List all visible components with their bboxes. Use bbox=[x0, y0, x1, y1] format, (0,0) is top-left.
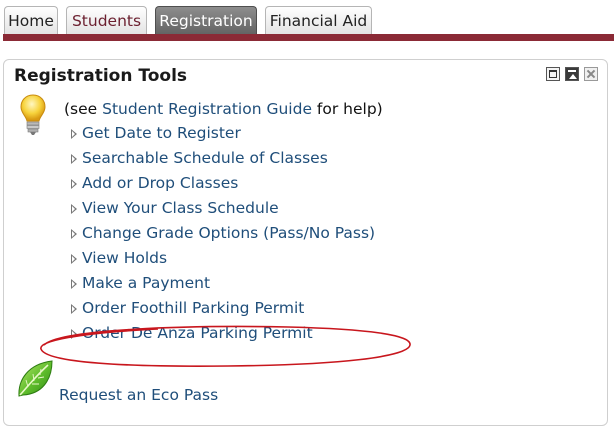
menu-item-grade-options[interactable]: Change Grade Options (Pass/No Pass) bbox=[67, 221, 375, 246]
menu-item-view-schedule[interactable]: View Your Class Schedule bbox=[67, 196, 375, 221]
arrow-bullet-icon bbox=[71, 229, 77, 239]
tab-home[interactable]: Home bbox=[4, 6, 58, 34]
menu-item-foothill-parking[interactable]: Order Foothill Parking Permit bbox=[67, 296, 375, 321]
menu-item-label: Add or Drop Classes bbox=[82, 174, 239, 192]
menu-item-schedule-of-classes[interactable]: Searchable Schedule of Classes bbox=[67, 146, 375, 171]
help-text: (see Student Registration Guide for help… bbox=[64, 100, 383, 118]
arrow-bullet-icon bbox=[71, 279, 77, 289]
minimize-icon[interactable] bbox=[565, 67, 579, 81]
menu-item-label: View Your Class Schedule bbox=[82, 199, 279, 217]
arrow-bullet-icon bbox=[71, 304, 77, 314]
student-registration-guide-link[interactable]: Student Registration Guide bbox=[102, 100, 312, 118]
menu-item-label: Change Grade Options (Pass/No Pass) bbox=[82, 224, 376, 242]
tab-underline-bar bbox=[3, 34, 614, 41]
registration-menu: Get Date to Register Searchable Schedule… bbox=[67, 121, 375, 346]
menu-item-de-anza-parking[interactable]: Order De Anza Parking Permit bbox=[67, 321, 375, 346]
menu-item-get-date[interactable]: Get Date to Register bbox=[67, 121, 375, 146]
tab-financial-aid[interactable]: Financial Aid bbox=[265, 6, 372, 34]
arrow-bullet-icon bbox=[71, 129, 77, 139]
menu-item-label: Searchable Schedule of Classes bbox=[82, 149, 328, 167]
leaf-icon bbox=[18, 360, 53, 397]
request-eco-pass-link[interactable]: Request an Eco Pass bbox=[59, 386, 218, 404]
arrow-bullet-icon bbox=[71, 179, 77, 189]
menu-item-label: View Holds bbox=[82, 249, 168, 267]
lightbulb-icon bbox=[20, 94, 46, 135]
arrow-bullet-icon bbox=[71, 254, 77, 264]
tab-strip: Home Students Registration Financial Aid bbox=[0, 0, 614, 42]
arrow-bullet-icon bbox=[71, 204, 77, 214]
menu-item-label: Order Foothill Parking Permit bbox=[82, 299, 305, 317]
menu-item-label: Make a Payment bbox=[82, 274, 211, 292]
maximize-icon[interactable] bbox=[546, 67, 560, 81]
arrow-bullet-icon bbox=[71, 154, 77, 164]
tab-registration[interactable]: Registration bbox=[155, 6, 257, 34]
window-controls bbox=[546, 67, 598, 83]
arrow-bullet-icon bbox=[71, 329, 77, 339]
close-icon[interactable] bbox=[584, 67, 598, 81]
menu-item-label: Get Date to Register bbox=[82, 124, 241, 142]
portlet-title: Registration Tools bbox=[14, 66, 188, 86]
menu-item-label: Order De Anza Parking Permit bbox=[82, 324, 313, 342]
tab-students[interactable]: Students bbox=[66, 6, 147, 34]
registration-tools-portlet: Registration Tools (see Student Registra… bbox=[3, 59, 608, 426]
help-prefix: (see bbox=[64, 100, 103, 118]
menu-item-view-holds[interactable]: View Holds bbox=[67, 246, 375, 271]
help-suffix: for help) bbox=[311, 100, 383, 118]
menu-item-add-drop[interactable]: Add or Drop Classes bbox=[67, 171, 375, 196]
menu-item-make-payment[interactable]: Make a Payment bbox=[67, 271, 375, 296]
